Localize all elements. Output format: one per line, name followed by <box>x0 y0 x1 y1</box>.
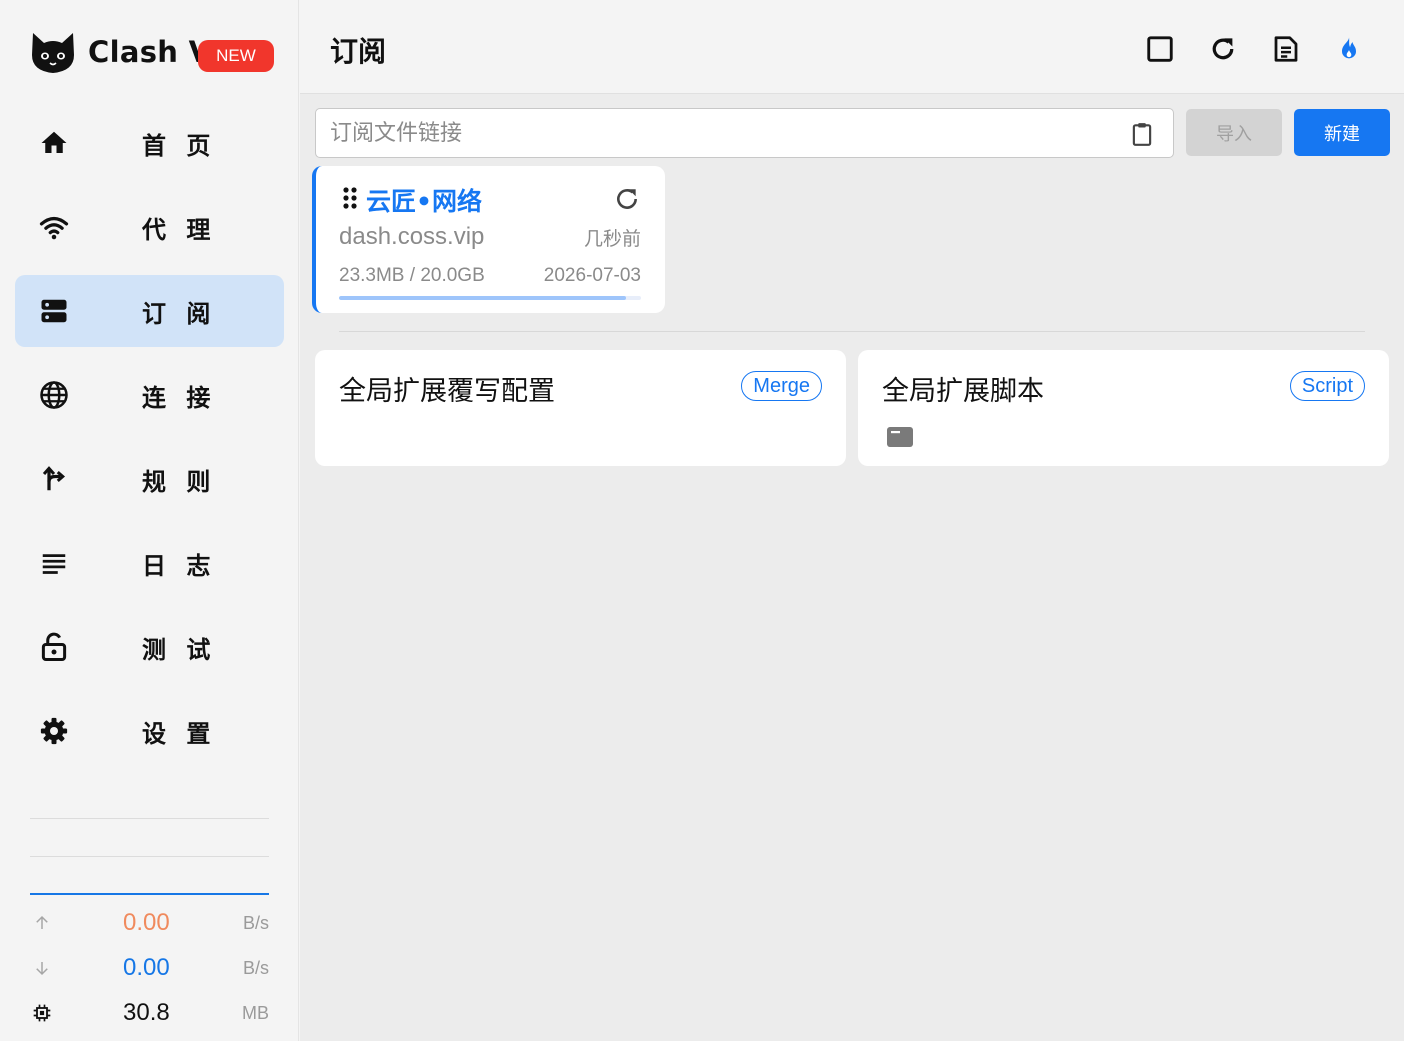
home-icon <box>39 128 69 158</box>
globe-icon <box>39 380 69 410</box>
page-header: 订阅 <box>300 0 1404 94</box>
sidebar-item-label: 规 则 <box>142 467 217 496</box>
sidebar-nav: 首 页 代 理 订 阅 连 接 规 则 日 志 测 试 设 置 <box>15 107 284 779</box>
sidebar-item-label: 测 试 <box>142 635 217 664</box>
document-icon <box>1274 36 1298 62</box>
upload-speed: 0.00 B/s <box>30 908 269 938</box>
flame-icon <box>1342 37 1356 59</box>
app-logo: Clash V <box>30 28 211 76</box>
memory-chip-icon <box>30 1003 54 1023</box>
square-icon <box>1147 36 1173 62</box>
sidebar-item-label: 日 志 <box>142 551 217 580</box>
profile-host: dash.coss.vip <box>339 223 485 250</box>
page-title: 订阅 <box>330 35 387 68</box>
sidebar-item-proxy[interactable]: 代 理 <box>15 191 284 263</box>
sidebar: Clash V NEW 首 页 代 理 订 阅 连 接 规 则 日 志 测 试 … <box>0 0 299 1041</box>
sidebar-item-label: 订 阅 <box>142 299 217 328</box>
import-button[interactable]: 导入 <box>1186 109 1282 156</box>
extension-title: 全局扩展脚本 <box>882 376 1044 407</box>
memory-value: 30.8 <box>123 999 170 1026</box>
script-tag: Script <box>1289 371 1365 401</box>
profile-updated-time: 几秒前 <box>583 228 641 250</box>
sidebar-item-logs[interactable]: 日 志 <box>15 527 284 599</box>
section-divider <box>339 331 1365 332</box>
main-content: 订阅 导入 新建 云匠•网络 dash.coss.vip 几秒前 23.3MB … <box>300 0 1404 1041</box>
cat-logo-icon <box>32 33 74 73</box>
upload-unit: B/s <box>242 912 269 933</box>
sidebar-item-settings[interactable]: 设 置 <box>15 695 284 767</box>
flame-button[interactable] <box>1332 32 1366 66</box>
profile-expire-date: 2026-07-03 <box>543 265 641 286</box>
list-icon <box>39 548 69 578</box>
new-badge: NEW <box>198 40 274 72</box>
profile-name: 云匠•网络 <box>366 187 482 216</box>
memory-usage: 30.8 MB <box>30 998 269 1028</box>
upload-value: 0.00 <box>123 909 170 936</box>
server-icon <box>39 296 69 326</box>
subscription-url-input[interactable] <box>330 120 1110 146</box>
drag-handle-icon[interactable] <box>342 186 358 214</box>
merge-tag: Merge <box>741 371 822 401</box>
subscription-url-field[interactable] <box>315 108 1174 158</box>
sidebar-item-label: 连 接 <box>142 383 217 412</box>
app-name: Clash V <box>88 35 212 69</box>
sidebar-item-rules[interactable]: 规 则 <box>15 443 284 515</box>
arrow-up-icon <box>30 914 54 932</box>
sidebar-item-label: 设 置 <box>142 719 217 748</box>
square-button[interactable] <box>1143 32 1177 66</box>
download-value: 0.00 <box>123 954 170 981</box>
sidebar-item-test[interactable]: 测 试 <box>15 611 284 683</box>
log-file-button[interactable] <box>1269 32 1303 66</box>
sidebar-divider <box>30 818 269 819</box>
merge-extension-card[interactable]: 全局扩展覆写配置 Merge <box>315 350 846 466</box>
extension-title: 全局扩展覆写配置 <box>339 376 555 407</box>
script-extension-card[interactable]: 全局扩展脚本 Script <box>858 350 1389 466</box>
profile-usage: 23.3MB / 20.0GB <box>339 265 485 286</box>
refresh-all-button[interactable] <box>1206 32 1240 66</box>
profile-card[interactable]: 云匠•网络 dash.coss.vip 几秒前 23.3MB / 20.0GB … <box>312 166 665 313</box>
memory-unit: MB <box>242 1002 269 1023</box>
sidebar-item-home[interactable]: 首 页 <box>15 107 284 179</box>
sidebar-item-label: 首 页 <box>142 131 217 160</box>
sidebar-item-connections[interactable]: 连 接 <box>15 359 284 431</box>
script-file-icon[interactable] <box>886 425 914 453</box>
sidebar-item-label: 代 理 <box>142 215 217 244</box>
fork-icon <box>39 464 69 494</box>
usage-progress-fill <box>339 296 626 300</box>
sidebar-item-subscription[interactable]: 订 阅 <box>15 275 284 347</box>
new-button[interactable]: 新建 <box>1294 109 1390 156</box>
sidebar-divider <box>30 856 269 857</box>
arrow-down-icon <box>30 959 54 977</box>
wifi-icon <box>39 212 69 242</box>
clipboard-icon[interactable] <box>1129 120 1155 152</box>
gear-icon <box>39 716 69 746</box>
download-unit: B/s <box>242 957 269 978</box>
traffic-graph-line <box>30 893 269 895</box>
usage-progress-bar <box>339 296 641 300</box>
refresh-icon <box>1212 38 1234 60</box>
lock-open-icon <box>39 632 69 662</box>
profile-refresh-icon[interactable] <box>614 186 640 216</box>
download-speed: 0.00 B/s <box>30 953 269 983</box>
